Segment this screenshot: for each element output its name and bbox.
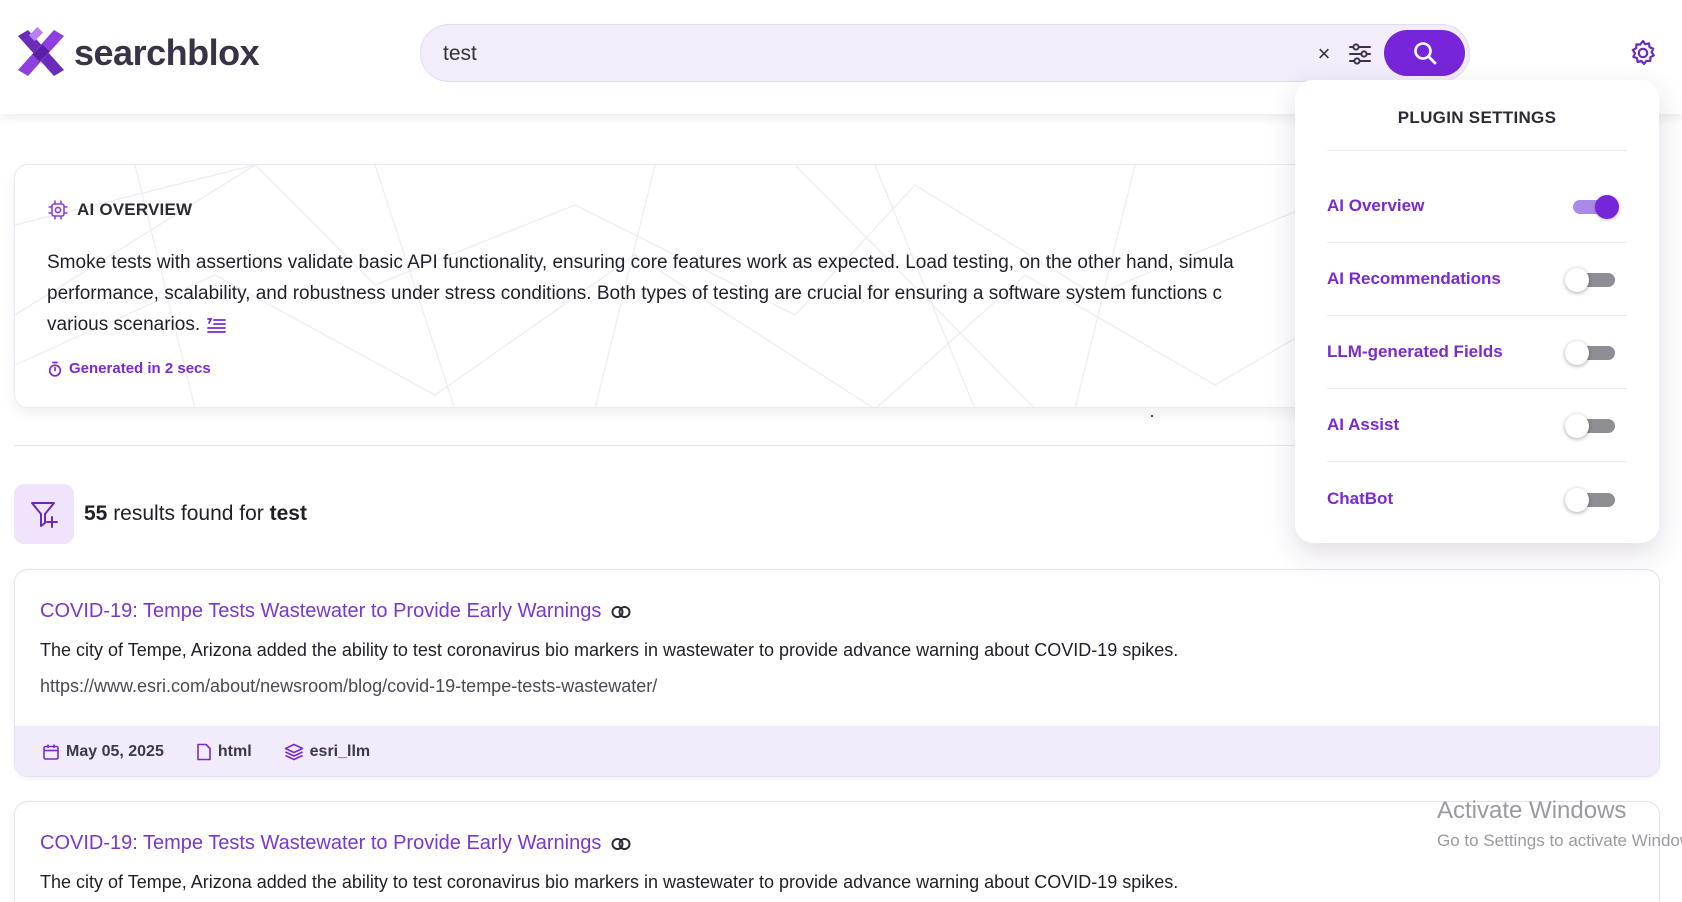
setting-label: AI Recommendations — [1327, 269, 1501, 288]
link-icon[interactable] — [611, 605, 631, 619]
result-card: COVID-19: Tempe Tests Wastewater to Prov… — [14, 569, 1660, 777]
setting-label: AI Assist — [1327, 415, 1400, 434]
ai-chip-icon — [48, 200, 68, 220]
plugin-settings-panel: PLUGIN SETTINGS AI Overview AI Recommend… — [1295, 80, 1659, 543]
ai-overview-header: AI OVERVIEW — [47, 199, 192, 221]
setting-row-ai-assist: AI Assist — [1327, 389, 1627, 462]
result-card: COVID-19: Tempe Tests Wastewater to Prov… — [14, 801, 1660, 902]
setting-row-ai-recommendations: AI Recommendations — [1327, 243, 1627, 316]
stray-dot — [1151, 415, 1153, 417]
facet-filter-button[interactable] — [14, 484, 74, 544]
search-input[interactable] — [443, 37, 1263, 71]
result-filetype-text: html — [217, 743, 252, 760]
results-summary-text: results found for — [107, 502, 270, 525]
ai-recommendations-toggle[interactable] — [1565, 267, 1615, 292]
search-bar: × — [420, 24, 1470, 82]
result-filetype: html — [196, 743, 252, 761]
ai-overview-toggle[interactable] — [1569, 194, 1619, 219]
layers-icon — [284, 743, 303, 761]
gear-icon[interactable] — [1628, 38, 1658, 68]
clear-search-button[interactable]: × — [1311, 41, 1337, 67]
result-url[interactable]: https://www.esri.com/about/newsroom/blog… — [40, 676, 657, 697]
citations-icon[interactable] — [206, 317, 227, 333]
generation-time-text: Generated in 2 secs — [69, 360, 211, 377]
result-description: The city of Tempe, Arizona added the abi… — [40, 640, 1179, 660]
ai-overview-summary: Smoke tests with assertions validate bas… — [47, 247, 1333, 340]
search-icon — [1413, 42, 1436, 65]
link-icon[interactable] — [611, 837, 631, 851]
ai-overview-card: AI OVERVIEW Smoke tests with assertions … — [14, 164, 1334, 408]
watermark-subtitle: Go to Settings to activate Windows. — [1437, 831, 1682, 850]
brand-logo[interactable]: searchblox — [14, 26, 260, 80]
result-collection-text: esri_llm — [309, 743, 371, 760]
results-query: test — [269, 502, 307, 525]
result-title-link[interactable]: COVID-19: Tempe Tests Wastewater to Prov… — [40, 832, 631, 855]
result-title-link[interactable]: COVID-19: Tempe Tests Wastewater to Prov… — [40, 600, 631, 623]
watermark-title: Activate Windows — [1437, 797, 1627, 824]
ai-assist-toggle[interactable] — [1565, 413, 1615, 438]
ai-overview-line: performance, scalability, and robustness… — [47, 283, 1223, 304]
calendar-icon — [43, 744, 59, 760]
ai-generation-time: Generated in 2 secs — [47, 360, 211, 377]
result-description: The city of Tempe, Arizona added the abi… — [40, 872, 1179, 892]
chatbot-toggle[interactable] — [1565, 487, 1615, 512]
setting-label: ChatBot — [1327, 488, 1394, 508]
setting-label: AI Overview — [1327, 196, 1425, 215]
result-meta-bar: May 05, 2025 html esri_llm — [15, 726, 1659, 776]
result-date-text: May 05, 2025 — [66, 743, 164, 760]
result-collection: esri_llm — [284, 743, 370, 761]
result-date: May 05, 2025 — [42, 743, 164, 761]
plugin-settings-divider — [1327, 150, 1627, 151]
search-button[interactable] — [1384, 30, 1465, 76]
brand-name: searchblox — [74, 32, 260, 73]
setting-label: LLM-generated Fields — [1327, 342, 1503, 361]
file-icon — [197, 743, 211, 761]
setting-row-llm-generated-fields: LLM-generated Fields — [1327, 316, 1627, 389]
results-summary: 55 results found for test — [84, 502, 307, 526]
windows-activation-watermark: Activate Windows Go to Settings to activ… — [1437, 797, 1682, 851]
filter-plus-icon — [31, 502, 58, 528]
ai-overview-line: various scenarios. — [47, 314, 201, 335]
stopwatch-icon — [48, 361, 62, 377]
result-title: COVID-19: Tempe Tests Wastewater to Prov… — [40, 600, 602, 622]
results-count: 55 — [84, 502, 108, 525]
setting-row-ai-overview: AI Overview — [1327, 170, 1627, 243]
result-title: COVID-19: Tempe Tests Wastewater to Prov… — [40, 832, 602, 854]
search-filters-icon[interactable] — [1345, 39, 1375, 69]
ai-overview-line: Smoke tests with assertions validate bas… — [47, 252, 1234, 273]
setting-row-chatbot: ChatBot — [1327, 462, 1627, 535]
ai-overview-title: AI OVERVIEW — [77, 200, 193, 219]
searchblox-logo-icon — [18, 26, 64, 76]
section-divider — [14, 445, 1294, 446]
plugin-settings-title: PLUGIN SETTINGS — [1397, 108, 1557, 127]
llm-generated-fields-toggle[interactable] — [1565, 340, 1615, 365]
